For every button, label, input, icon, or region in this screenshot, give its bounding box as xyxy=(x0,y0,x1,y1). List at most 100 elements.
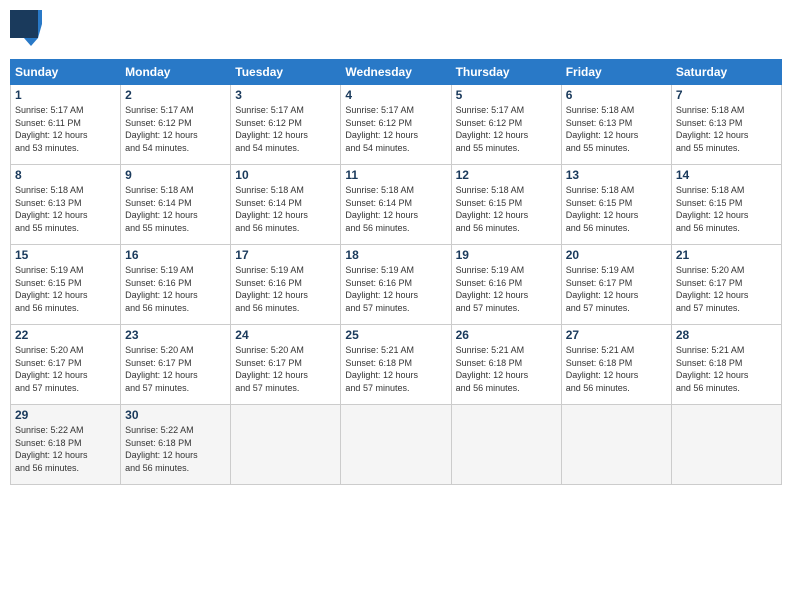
calendar-cell: 15 Sunrise: 5:19 AMSunset: 6:15 PMDayligh… xyxy=(11,245,121,325)
day-number: 13 xyxy=(566,168,667,182)
calendar-cell: 22 Sunrise: 5:20 AMSunset: 6:17 PMDayligh… xyxy=(11,325,121,405)
day-number: 8 xyxy=(15,168,116,182)
day-info: Sunrise: 5:17 AMSunset: 6:12 PMDaylight:… xyxy=(125,104,226,154)
calendar-cell: 4 Sunrise: 5:17 AMSunset: 6:12 PMDaylight… xyxy=(341,85,451,165)
day-number: 6 xyxy=(566,88,667,102)
day-number: 16 xyxy=(125,248,226,262)
day-number: 11 xyxy=(345,168,446,182)
day-info: Sunrise: 5:20 AMSunset: 6:17 PMDaylight:… xyxy=(125,344,226,394)
calendar-cell: 7 Sunrise: 5:18 AMSunset: 6:13 PMDaylight… xyxy=(671,85,781,165)
logo xyxy=(10,10,46,51)
calendar-cell: 13 Sunrise: 5:18 AMSunset: 6:15 PMDayligh… xyxy=(561,165,671,245)
calendar-cell: 23 Sunrise: 5:20 AMSunset: 6:17 PMDayligh… xyxy=(121,325,231,405)
calendar-cell xyxy=(341,405,451,485)
calendar-cell: 21 Sunrise: 5:20 AMSunset: 6:17 PMDayligh… xyxy=(671,245,781,325)
calendar-cell: 25 Sunrise: 5:21 AMSunset: 6:18 PMDayligh… xyxy=(341,325,451,405)
day-info: Sunrise: 5:19 AMSunset: 6:16 PMDaylight:… xyxy=(456,264,557,314)
day-info: Sunrise: 5:18 AMSunset: 6:15 PMDaylight:… xyxy=(676,184,777,234)
day-info: Sunrise: 5:17 AMSunset: 6:11 PMDaylight:… xyxy=(15,104,116,154)
calendar-cell: 9 Sunrise: 5:18 AMSunset: 6:14 PMDaylight… xyxy=(121,165,231,245)
day-number: 27 xyxy=(566,328,667,342)
day-info: Sunrise: 5:18 AMSunset: 6:14 PMDaylight:… xyxy=(235,184,336,234)
calendar-cell: 18 Sunrise: 5:19 AMSunset: 6:16 PMDayligh… xyxy=(341,245,451,325)
day-number: 25 xyxy=(345,328,446,342)
day-info: Sunrise: 5:19 AMSunset: 6:16 PMDaylight:… xyxy=(235,264,336,314)
day-number: 24 xyxy=(235,328,336,342)
day-info: Sunrise: 5:18 AMSunset: 6:13 PMDaylight:… xyxy=(566,104,667,154)
day-info: Sunrise: 5:19 AMSunset: 6:16 PMDaylight:… xyxy=(125,264,226,314)
logo-mark xyxy=(10,10,42,51)
calendar-cell: 14 Sunrise: 5:18 AMSunset: 6:15 PMDayligh… xyxy=(671,165,781,245)
day-info: Sunrise: 5:20 AMSunset: 6:17 PMDaylight:… xyxy=(15,344,116,394)
day-number: 1 xyxy=(15,88,116,102)
calendar-cell: 5 Sunrise: 5:17 AMSunset: 6:12 PMDaylight… xyxy=(451,85,561,165)
day-number: 29 xyxy=(15,408,116,422)
day-info: Sunrise: 5:18 AMSunset: 6:13 PMDaylight:… xyxy=(676,104,777,154)
day-info: Sunrise: 5:18 AMSunset: 6:15 PMDaylight:… xyxy=(566,184,667,234)
calendar-cell xyxy=(561,405,671,485)
calendar-cell: 27 Sunrise: 5:21 AMSunset: 6:18 PMDayligh… xyxy=(561,325,671,405)
day-of-week-header: Tuesday xyxy=(231,60,341,85)
calendar-cell: 30 Sunrise: 5:22 AMSunset: 6:18 PMDayligh… xyxy=(121,405,231,485)
day-of-week-header: Saturday xyxy=(671,60,781,85)
calendar-cell: 12Sunrise: 5:18 AMSunset: 6:15 PMDayligh… xyxy=(451,165,561,245)
day-of-week-header: Friday xyxy=(561,60,671,85)
day-info: Sunrise: 5:18 AMSunset: 6:13 PMDaylight:… xyxy=(15,184,116,234)
calendar-cell: 16 Sunrise: 5:19 AMSunset: 6:16 PMDayligh… xyxy=(121,245,231,325)
day-number: 23 xyxy=(125,328,226,342)
day-info: Sunrise: 5:19 AMSunset: 6:16 PMDaylight:… xyxy=(345,264,446,314)
day-info: Sunrise: 5:18 AMSunset: 6:14 PMDaylight:… xyxy=(345,184,446,234)
calendar-cell: 20 Sunrise: 5:19 AMSunset: 6:17 PMDayligh… xyxy=(561,245,671,325)
day-number: 12 xyxy=(456,168,557,182)
day-number: 9 xyxy=(125,168,226,182)
calendar-cell xyxy=(671,405,781,485)
day-number: 17 xyxy=(235,248,336,262)
calendar-cell: 26 Sunrise: 5:21 AMSunset: 6:18 PMDayligh… xyxy=(451,325,561,405)
day-info: Sunrise: 5:19 AMSunset: 6:15 PMDaylight:… xyxy=(15,264,116,314)
day-info: Sunrise: 5:20 AMSunset: 6:17 PMDaylight:… xyxy=(676,264,777,314)
day-number: 21 xyxy=(676,248,777,262)
day-number: 5 xyxy=(456,88,557,102)
day-number: 7 xyxy=(676,88,777,102)
calendar-cell: 29 Sunrise: 5:22 AMSunset: 6:18 PMDayligh… xyxy=(11,405,121,485)
day-number: 20 xyxy=(566,248,667,262)
calendar-cell: 2Sunrise: 5:17 AMSunset: 6:12 PMDaylight… xyxy=(121,85,231,165)
calendar-cell xyxy=(451,405,561,485)
day-number: 10 xyxy=(235,168,336,182)
calendar-cell: 19 Sunrise: 5:19 AMSunset: 6:16 PMDayligh… xyxy=(451,245,561,325)
day-of-week-header: Monday xyxy=(121,60,231,85)
day-info: Sunrise: 5:22 AMSunset: 6:18 PMDaylight:… xyxy=(125,424,226,474)
day-info: Sunrise: 5:19 AMSunset: 6:17 PMDaylight:… xyxy=(566,264,667,314)
day-info: Sunrise: 5:22 AMSunset: 6:18 PMDaylight:… xyxy=(15,424,116,474)
calendar-cell: 1 Sunrise: 5:17 AMSunset: 6:11 PMDaylight… xyxy=(11,85,121,165)
day-info: Sunrise: 5:17 AMSunset: 6:12 PMDaylight:… xyxy=(456,104,557,154)
day-number: 4 xyxy=(345,88,446,102)
day-info: Sunrise: 5:21 AMSunset: 6:18 PMDaylight:… xyxy=(456,344,557,394)
calendar-cell: 8 Sunrise: 5:18 AMSunset: 6:13 PMDaylight… xyxy=(11,165,121,245)
day-number: 19 xyxy=(456,248,557,262)
day-info: Sunrise: 5:21 AMSunset: 6:18 PMDaylight:… xyxy=(345,344,446,394)
calendar-cell: 17 Sunrise: 5:19 AMSunset: 6:16 PMDayligh… xyxy=(231,245,341,325)
day-info: Sunrise: 5:18 AMSunset: 6:14 PMDaylight:… xyxy=(125,184,226,234)
day-number: 26 xyxy=(456,328,557,342)
day-info: Sunrise: 5:21 AMSunset: 6:18 PMDaylight:… xyxy=(676,344,777,394)
calendar-cell: 11 Sunrise: 5:18 AMSunset: 6:14 PMDayligh… xyxy=(341,165,451,245)
day-number: 3 xyxy=(235,88,336,102)
calendar-cell: 6 Sunrise: 5:18 AMSunset: 6:13 PMDaylight… xyxy=(561,85,671,165)
day-of-week-header: Thursday xyxy=(451,60,561,85)
day-info: Sunrise: 5:17 AMSunset: 6:12 PMDaylight:… xyxy=(345,104,446,154)
day-number: 30 xyxy=(125,408,226,422)
day-of-week-header: Wednesday xyxy=(341,60,451,85)
calendar-cell: 10 Sunrise: 5:18 AMSunset: 6:14 PMDayligh… xyxy=(231,165,341,245)
calendar-cell: 24 Sunrise: 5:20 AMSunset: 6:17 PMDayligh… xyxy=(231,325,341,405)
day-info: Sunrise: 5:21 AMSunset: 6:18 PMDaylight:… xyxy=(566,344,667,394)
calendar-cell: 28Sunrise: 5:21 AMSunset: 6:18 PMDayligh… xyxy=(671,325,781,405)
day-number: 15 xyxy=(15,248,116,262)
day-number: 14 xyxy=(676,168,777,182)
day-number: 18 xyxy=(345,248,446,262)
day-info: Sunrise: 5:20 AMSunset: 6:17 PMDaylight:… xyxy=(235,344,336,394)
page-header xyxy=(10,10,782,51)
calendar-cell: 3 Sunrise: 5:17 AMSunset: 6:12 PMDaylight… xyxy=(231,85,341,165)
day-info: Sunrise: 5:17 AMSunset: 6:12 PMDaylight:… xyxy=(235,104,336,154)
day-number: 22 xyxy=(15,328,116,342)
